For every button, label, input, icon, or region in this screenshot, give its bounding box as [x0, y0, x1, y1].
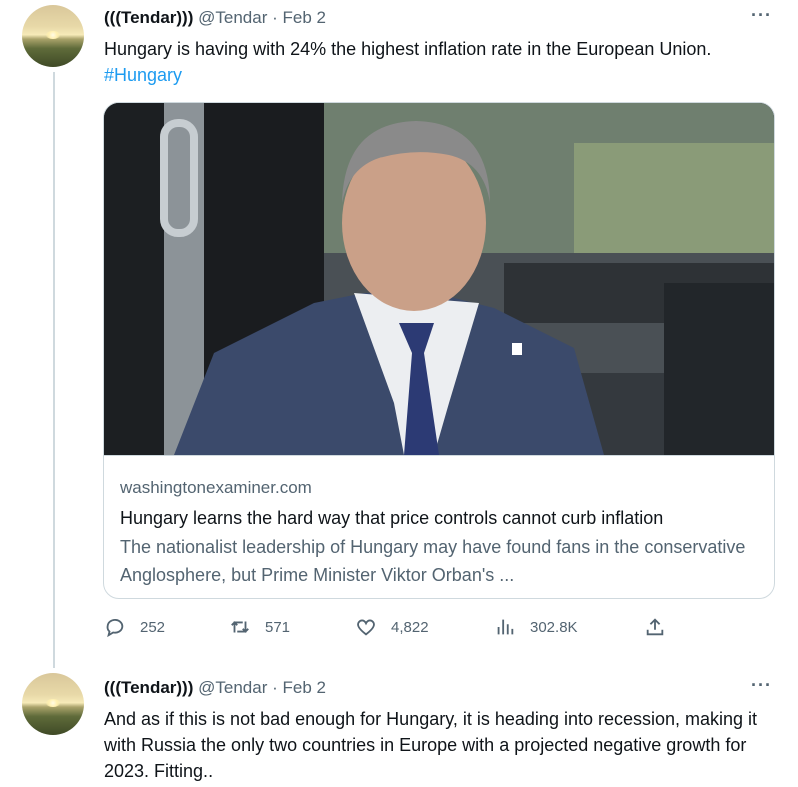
- reply-button[interactable]: 252: [104, 616, 165, 638]
- handle[interactable]: @Tendar: [198, 678, 267, 697]
- tweet-text: And as if this is not bad enough for Hun…: [104, 706, 784, 784]
- separator: ·: [272, 678, 278, 697]
- more-icon[interactable]: ···: [751, 675, 772, 696]
- tweet-header: (((Tendar))) @Tendar · Feb 2: [104, 677, 326, 699]
- like-icon: [357, 619, 375, 636]
- views-button[interactable]: 302.8K: [494, 616, 578, 638]
- separator: ·: [272, 8, 278, 27]
- retweet-icon: [231, 621, 249, 633]
- avatar[interactable]: [22, 673, 84, 735]
- handle[interactable]: @Tendar: [198, 8, 267, 27]
- reply-count: 252: [140, 618, 166, 636]
- tweet-header: (((Tendar))) @Tendar · Feb 2: [104, 7, 326, 29]
- tweet-date[interactable]: Feb 2: [283, 8, 326, 27]
- tweet-body: Hungary is having with 24% the highest i…: [104, 39, 712, 59]
- display-name[interactable]: (((Tendar))): [104, 678, 193, 697]
- thread-connector-line: [53, 72, 55, 668]
- link-preview-card[interactable]: washingtonexaminer.com Hungary learns th…: [103, 102, 775, 599]
- share-icon: [646, 618, 664, 636]
- tweet-date[interactable]: Feb 2: [283, 678, 326, 697]
- card-description: The nationalist leadership of Hungary ma…: [120, 537, 746, 585]
- display-name[interactable]: (((Tendar))): [104, 8, 193, 27]
- retweet-count: 571: [265, 618, 291, 636]
- card-image[interactable]: [104, 103, 774, 455]
- retweet-button[interactable]: 571: [229, 616, 290, 638]
- tweet-actions: 252 571 4,822 302.8K: [104, 616, 674, 644]
- avatar[interactable]: [22, 5, 84, 67]
- more-icon[interactable]: ···: [751, 5, 772, 26]
- views-count: 302.8K: [530, 618, 578, 636]
- card-title: Hungary learns the hard way that price c…: [120, 508, 664, 528]
- like-count: 4,822: [391, 618, 429, 636]
- tweet-text: Hungary is having with 24% the highest i…: [104, 36, 784, 88]
- card-body[interactable]: washingtonexaminer.com Hungary learns th…: [104, 455, 774, 598]
- reply-icon: [106, 618, 124, 638]
- like-button[interactable]: 4,822: [355, 616, 429, 638]
- tweet-body: And as if this is not bad enough for Hun…: [104, 709, 758, 781]
- card-domain: washingtonexaminer.com: [120, 478, 312, 497]
- share-button[interactable]: [644, 616, 666, 638]
- hashtag-link[interactable]: #Hungary: [104, 62, 784, 88]
- views-icon: [497, 619, 514, 635]
